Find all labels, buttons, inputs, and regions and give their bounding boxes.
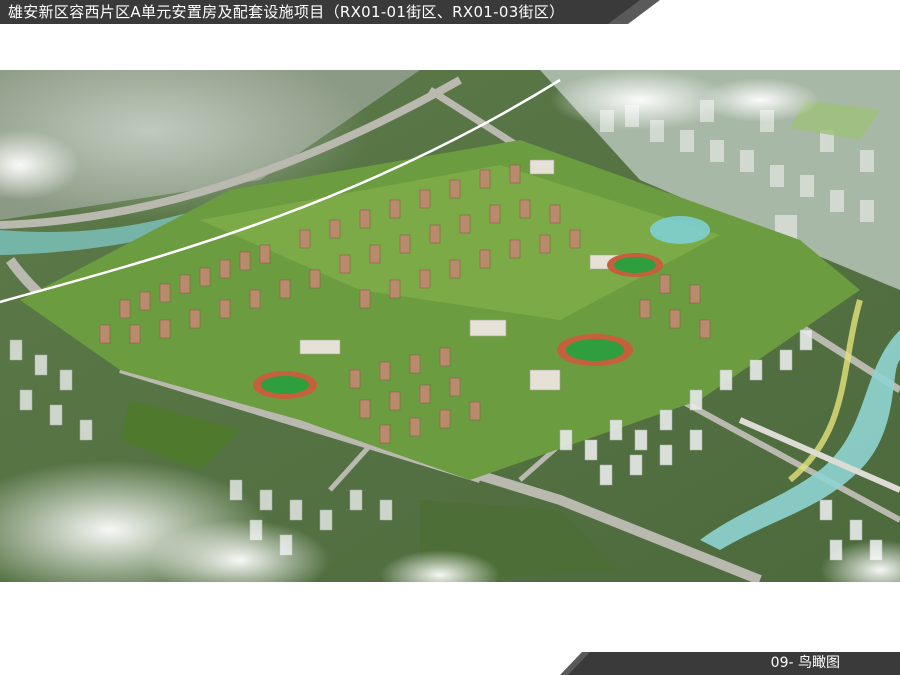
- park-pond: [650, 216, 710, 244]
- footer-banner: 09- 鸟瞰图: [560, 652, 900, 675]
- sheet-label: 09- 鸟瞰图: [770, 655, 840, 671]
- project-title: 雄安新区容西片区A单元安置房及配套设施项目（RX01-01街区、RX01-03街…: [8, 3, 565, 21]
- aerial-rendering: [0, 40, 900, 600]
- footer-banner-shape: [560, 652, 900, 675]
- aerial-rendering-svg: [0, 40, 900, 600]
- header-banner: 雄安新区容西片区A单元安置房及配套设施项目（RX01-01街区、RX01-03街…: [0, 0, 900, 24]
